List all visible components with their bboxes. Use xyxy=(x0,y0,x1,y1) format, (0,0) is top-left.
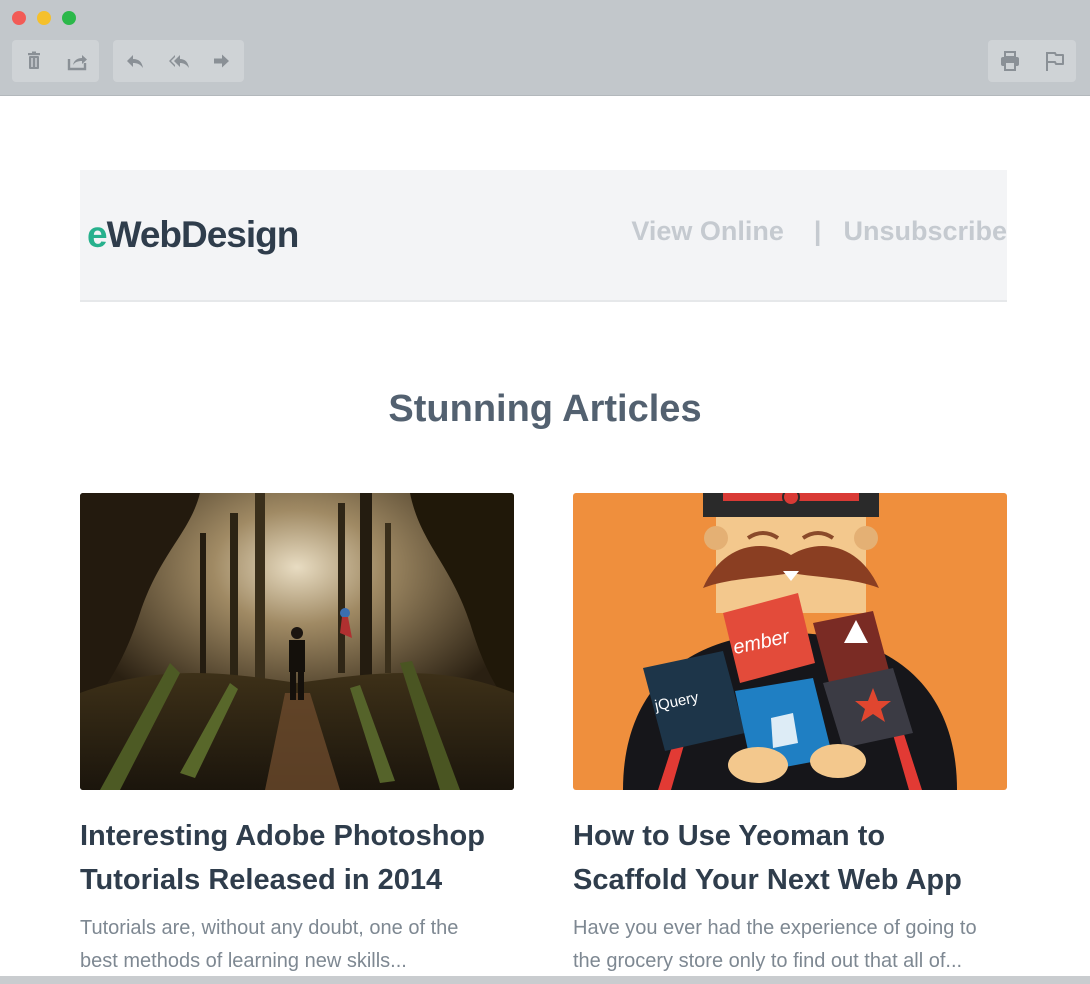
article-excerpt-line: Have you ever had the experience of goin… xyxy=(573,917,977,939)
article-excerpt-line: best methods of learning new skills... xyxy=(80,950,407,972)
mail-toolbar xyxy=(0,0,1090,96)
reply-button[interactable] xyxy=(113,40,157,82)
article-excerpt: Have you ever had the experience of goin… xyxy=(573,912,1007,978)
article-title-link[interactable]: How to Use Yeoman to Scaffold Your Next … xyxy=(573,814,1007,902)
flag-button[interactable] xyxy=(1032,40,1076,82)
reply-all-icon xyxy=(168,55,189,68)
article-title-link[interactable]: Interesting Adobe Photoshop Tutorials Re… xyxy=(80,814,514,902)
share-button[interactable] xyxy=(56,40,100,82)
zoom-window-button[interactable] xyxy=(62,11,76,25)
section-title: Stunning Articles xyxy=(388,388,702,430)
print-flag-group xyxy=(988,40,1076,82)
reply-all-button[interactable] xyxy=(157,40,201,82)
reply-group xyxy=(113,40,244,82)
article-title-line: Scaffold Your Next Web App xyxy=(573,864,962,896)
trash-icon xyxy=(27,51,40,69)
share-icon xyxy=(68,55,88,71)
logo-prefix: e xyxy=(87,214,108,255)
forward-button[interactable] xyxy=(200,40,244,82)
close-window-button[interactable] xyxy=(12,11,26,25)
article-excerpt-line: the grocery store only to find out that … xyxy=(573,950,963,972)
unsubscribe-link[interactable]: Unsubscribe xyxy=(843,216,1007,247)
article-excerpt: Tutorials are, without any doubt, one of… xyxy=(80,912,514,978)
article-title-line: Interesting Adobe Photoshop xyxy=(80,820,485,852)
reply-icon xyxy=(126,55,143,68)
view-online-link[interactable]: View Online xyxy=(631,216,784,247)
delete-share-group xyxy=(12,40,99,82)
link-separator: | xyxy=(813,216,822,246)
forward-icon xyxy=(214,54,230,68)
article-title-line: How to Use Yeoman to xyxy=(573,820,886,852)
print-icon xyxy=(1001,51,1019,71)
window-bottom-edge xyxy=(0,976,1090,984)
logo-text: WebDesign xyxy=(106,214,300,255)
article-card: ember jQuery How to Use Yeoman to Scaffo… xyxy=(573,493,1007,978)
minimize-window-button[interactable] xyxy=(37,11,51,25)
article-excerpt-line: Tutorials are, without any doubt, one of… xyxy=(80,917,459,939)
article-thumbnail-forest[interactable] xyxy=(80,493,514,790)
article-thumbnail-yeoman[interactable]: ember jQuery xyxy=(573,493,1007,790)
email-header: eWebDesign View Online | Unsubscribe xyxy=(80,170,1007,302)
delete-button[interactable] xyxy=(12,40,56,82)
article-title-line: Tutorials Released in 2014 xyxy=(80,864,443,896)
article-card: Interesting Adobe Photoshop Tutorials Re… xyxy=(80,493,514,978)
brand-logo[interactable]: eWebDesign xyxy=(87,214,300,256)
print-button[interactable] xyxy=(988,40,1032,82)
header-links: View Online | Unsubscribe xyxy=(631,216,1007,247)
flag-icon xyxy=(1046,52,1064,71)
